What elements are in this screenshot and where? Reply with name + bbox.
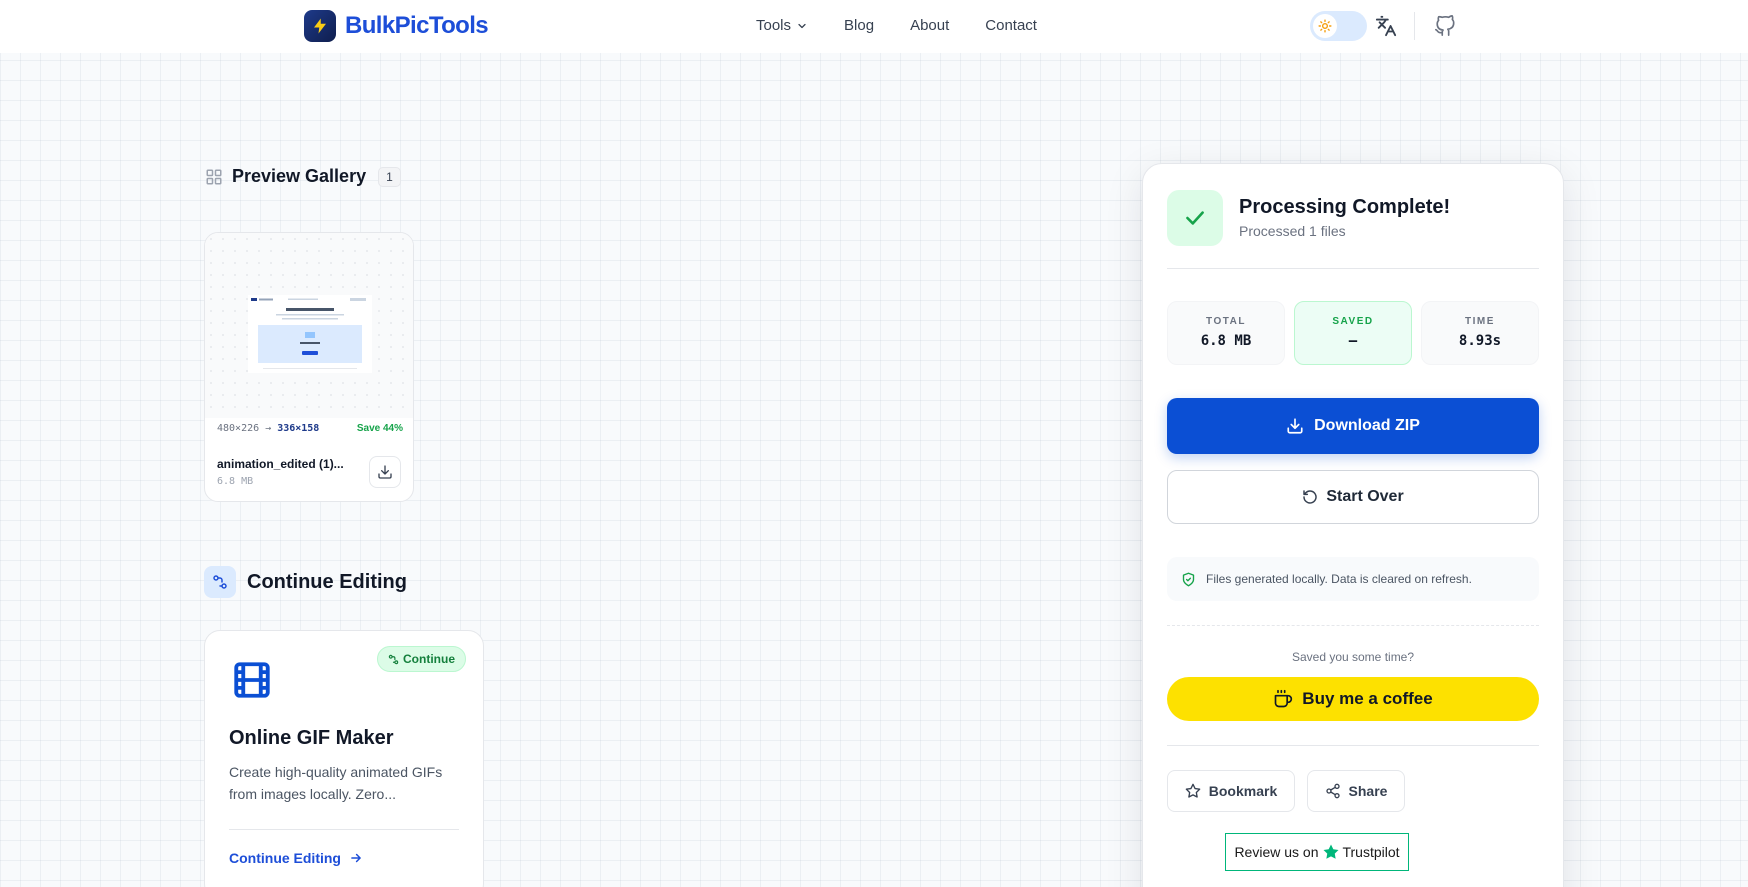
nav-blog-label: Blog [844, 17, 875, 34]
continue-editing-header: Continue Editing [204, 566, 407, 598]
logo-text: BulkPicTools [345, 12, 489, 39]
sun-icon [1313, 14, 1337, 38]
route-icon [388, 654, 399, 664]
start-over-label: Start Over [1326, 488, 1404, 505]
original-dimensions: 480×226 [217, 423, 260, 434]
tool-card-gif-maker[interactable]: Continue Online GIF Maker Create high-qu… [204, 630, 484, 887]
arrow-right-icon [351, 853, 361, 863]
panel-divider [1167, 745, 1539, 746]
continue-badge: Continue [377, 646, 466, 672]
stat-saved: SAVED – [1294, 301, 1412, 365]
local-note-text: Files generated locally. Data is cleared… [1206, 572, 1472, 586]
panel-title: Processing Complete! [1239, 196, 1451, 218]
processing-complete-panel: Processing Complete! Processed 1 files T… [1142, 163, 1564, 887]
stat-saved-label: SAVED [1332, 316, 1374, 327]
nav-tools-label: Tools [756, 17, 792, 34]
new-dimensions: 336×158 [277, 423, 320, 434]
tool-card-divider [229, 829, 459, 830]
stat-time: TIME 8.93s [1421, 301, 1539, 365]
dashed-divider [1167, 625, 1539, 626]
thumbnail-image [248, 295, 372, 373]
share-icon [1325, 783, 1340, 799]
gallery-count-badge: 1 [378, 166, 401, 187]
download-icon [378, 465, 392, 479]
stat-time-label: TIME [1465, 316, 1495, 327]
translate-icon[interactable] [1375, 15, 1397, 42]
trustpilot-prefix: Review us on [1234, 844, 1319, 860]
preview-gallery-header: Preview Gallery 1 [205, 166, 401, 187]
local-processing-note: Files generated locally. Data is cleared… [1167, 557, 1539, 601]
tool-title: Online GIF Maker [229, 727, 394, 749]
site-header: BulkPicTools Tools Blog About Contact [0, 0, 1748, 53]
download-zip-button[interactable]: Download ZIP [1167, 398, 1539, 454]
share-button[interactable]: Share [1307, 770, 1405, 812]
savings-badge: Save 44% [356, 423, 403, 434]
github-icon[interactable] [1434, 15, 1456, 42]
nav-contact[interactable]: Contact [985, 17, 1037, 34]
route-icon [204, 566, 236, 598]
gallery-item-card[interactable]: 480×226 → 336×158 Save 44% animation_edi… [204, 232, 414, 502]
nav-about-label: About [910, 17, 950, 34]
share-label: Share [1348, 783, 1388, 799]
trustpilot-brand: Trustpilot [1342, 844, 1400, 860]
bookmark-label: Bookmark [1208, 783, 1278, 799]
panel-divider [1167, 268, 1539, 269]
file-name: animation_edited (1)... [217, 457, 344, 471]
dimension-info: 480×226 → 336×158 Save 44% [217, 423, 403, 434]
site-logo[interactable]: BulkPicTools [304, 10, 489, 42]
main-nav: Tools Blog About Contact [756, 17, 1073, 34]
film-icon [231, 659, 273, 706]
rotate-ccw-icon [1303, 490, 1318, 504]
coffee-cup-icon [1274, 689, 1293, 708]
theme-toggle[interactable] [1310, 11, 1367, 41]
continue-badge-label: Continue [403, 652, 455, 666]
star-icon [1185, 783, 1201, 798]
shield-check-icon [1182, 572, 1195, 586]
nav-contact-label: Contact [985, 17, 1037, 34]
nav-blog[interactable]: Blog [844, 17, 874, 34]
header-divider [1414, 12, 1415, 40]
file-download-button[interactable] [369, 456, 401, 488]
continue-editing-title: Continue Editing [247, 570, 407, 593]
check-icon [1167, 190, 1223, 246]
nav-about[interactable]: About [910, 17, 949, 34]
bookmark-button[interactable]: Bookmark [1167, 770, 1295, 812]
panel-subtitle: Processed 1 files [1239, 223, 1346, 239]
saved-time-text: Saved you some time? [1291, 650, 1415, 664]
start-over-button[interactable]: Start Over [1167, 470, 1539, 524]
preview-gallery-title: Preview Gallery [232, 166, 367, 186]
grid-icon [206, 169, 222, 184]
download-zip-label: Download ZIP [1314, 417, 1420, 434]
star-icon [1323, 844, 1339, 859]
thumbnail-preview [205, 233, 413, 418]
nav-tools[interactable]: Tools [756, 17, 808, 34]
trustpilot-review-link[interactable]: Review us on Trustpilot [1225, 833, 1409, 871]
stat-total-label: TOTAL [1206, 316, 1246, 327]
stat-time-value: 8.93s [1458, 333, 1502, 349]
continue-editing-link-label: Continue Editing [229, 850, 341, 866]
stat-total: TOTAL 6.8 MB [1167, 301, 1285, 365]
download-icon [1287, 418, 1303, 434]
continue-editing-link[interactable]: Continue Editing [229, 850, 363, 866]
file-size: 6.8 MB [217, 476, 254, 487]
stat-total-value: 6.8 MB [1200, 333, 1252, 349]
arrow-right-icon: → [265, 423, 272, 434]
stat-saved-value: – [1348, 333, 1358, 349]
chevron-down-icon [798, 23, 806, 28]
buy-coffee-button[interactable]: Buy me a coffee [1167, 677, 1539, 721]
tool-description: Create high-quality animated GIFs from i… [229, 764, 443, 802]
buy-coffee-label: Buy me a coffee [1302, 689, 1433, 708]
lightning-bolt-icon [304, 10, 336, 42]
